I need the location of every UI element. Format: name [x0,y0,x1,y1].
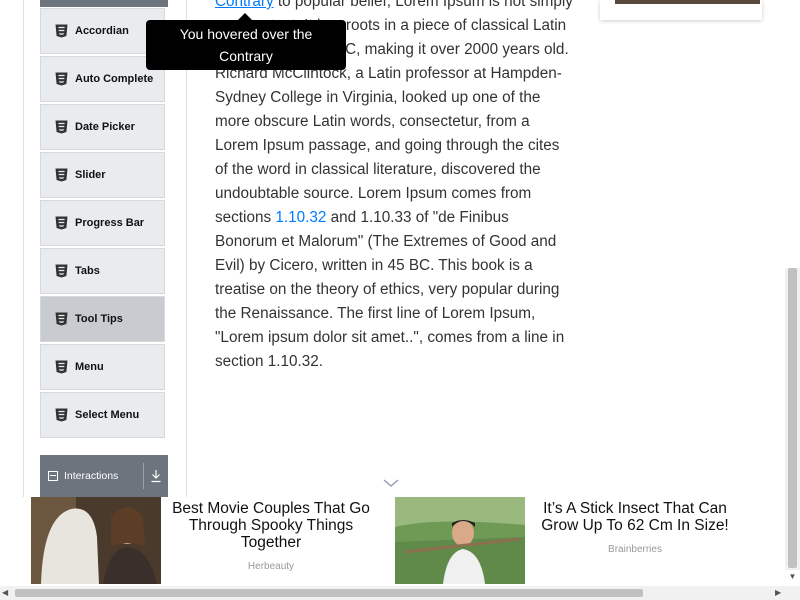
sidebar-item-label: Select Menu [75,409,140,421]
sidebar-item-slider[interactable]: Slider [40,152,165,198]
sidebar-item-tabs[interactable]: Tabs [40,248,165,294]
html5-icon [54,312,68,326]
sidebar-item-tool-tips[interactable]: Tool Tips [40,296,165,342]
collapse-icon [48,471,58,481]
ad-source: Herbeauty [247,561,295,572]
html5-icon [54,72,68,86]
ad-headline[interactable]: It’s A Stick Insect That Can Grow Up To … [525,500,745,534]
sidebar-item-label: Tabs [75,265,100,277]
ad-card[interactable]: Best Movie Couples That Go Through Spook… [31,497,391,584]
sidebar-item-label: Slider [75,169,106,181]
horizontal-scrollbar[interactable]: ◀ ▶ [0,586,800,600]
vertical-scrollbar[interactable] [785,268,800,570]
scrollbar-thumb[interactable] [15,589,643,597]
html5-icon [54,168,68,182]
right-ad-frame[interactable] [600,0,762,20]
contrary-link[interactable]: Contrary [215,0,274,10]
sidebar-group-header-partial[interactable] [40,0,168,7]
scrollbar-thumb[interactable] [788,268,797,568]
html5-icon [54,120,68,134]
sidebar-item-progress-bar[interactable]: Progress Bar [40,200,165,246]
sidebar-item-label: Date Picker [75,121,135,133]
sidebar-group-interactions[interactable]: Interactions [40,455,168,497]
html5-icon [54,216,68,230]
chevron-down-icon[interactable] [383,478,399,488]
ad-card[interactable]: It’s A Stick Insect That Can Grow Up To … [395,497,757,584]
download-icon[interactable] [150,469,162,483]
tooltip-arrow [238,13,252,20]
ad-text: It’s A Stick Insect That Can Grow Up To … [525,500,745,555]
scroll-right-arrow-icon[interactable]: ▶ [775,586,781,600]
sidebar-item-menu[interactable]: Menu [40,344,165,390]
html5-icon [54,264,68,278]
sidebar-group-label: Interactions [64,470,119,482]
sidebar-item-select-menu[interactable]: Select Menu [40,392,165,438]
ad-image-strip [615,0,760,4]
html5-icon [54,360,68,374]
ad-image [31,497,161,584]
ad-banner: Best Movie Couples That Go Through Spook… [0,497,785,586]
divider [143,463,144,489]
html5-icon [54,408,68,422]
sidebar-item-label: Auto Complete [75,73,154,85]
tooltip-text: You hovered over the Contrary [179,26,313,64]
tooltip: You hovered over the Contrary [146,20,346,70]
ad-text: Best Movie Couples That Go Through Spook… [161,500,381,572]
scroll-left-arrow-icon[interactable]: ◀ [2,586,8,600]
section-link[interactable]: 1.10.32 [275,209,326,226]
ad-image [395,497,525,584]
scroll-down-arrow-icon[interactable]: ▼ [785,570,800,584]
sidebar-item-date-picker[interactable]: Date Picker [40,104,165,150]
sidebar-item-label: Accordian [75,25,129,37]
paragraph-part-2: and 1.10.33 of "de Finibus Bonorum et Ma… [215,209,565,370]
sidebar-item-label: Menu [75,361,104,373]
sidebar-item-label: Tool Tips [75,313,123,325]
ad-headline[interactable]: Best Movie Couples That Go Through Spook… [161,500,381,551]
html5-icon [54,24,68,38]
sidebar-item-label: Progress Bar [75,217,145,229]
ad-source: Brainberries [608,544,662,555]
